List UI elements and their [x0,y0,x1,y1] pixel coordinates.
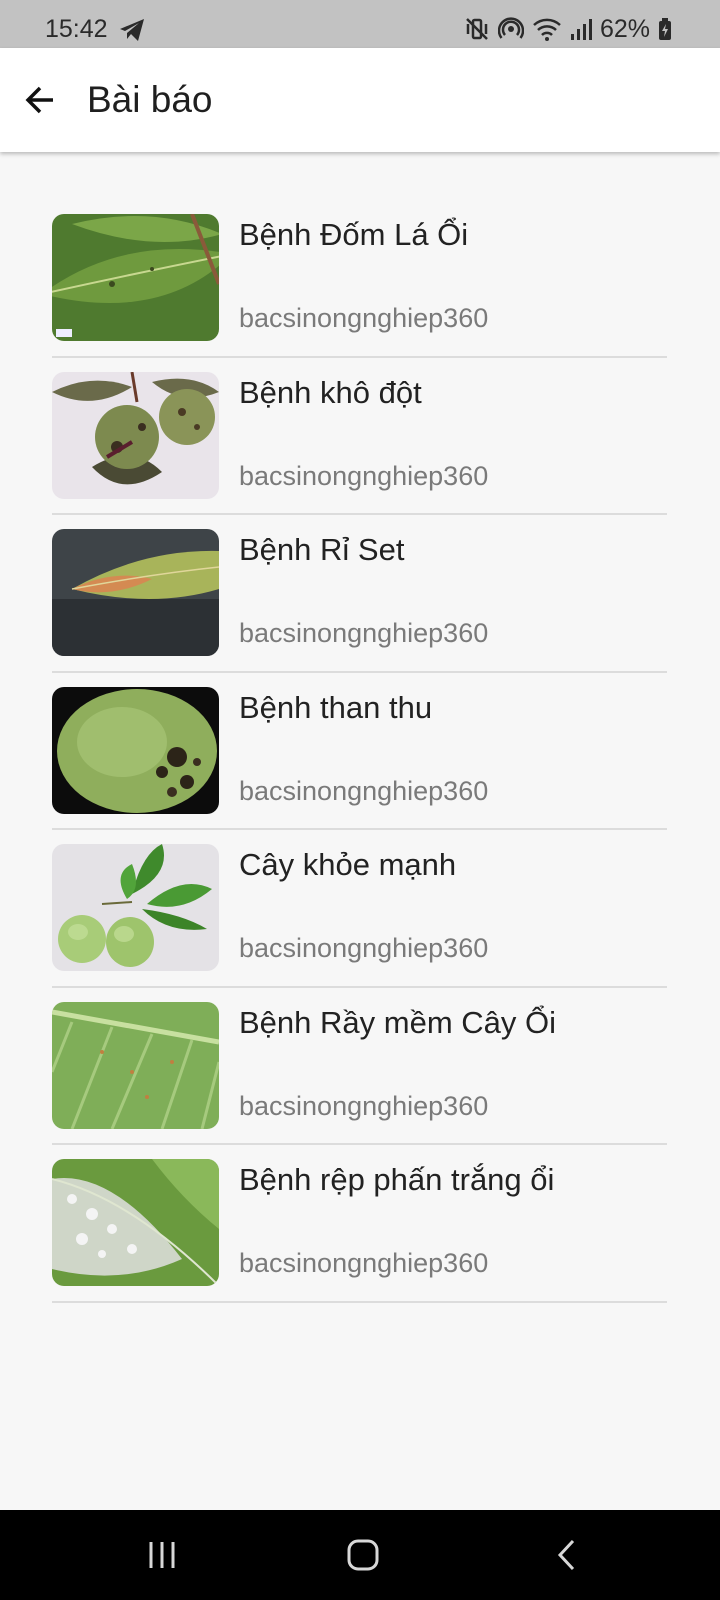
article-source: bacsinongnghiep360 [239,933,489,963]
system-back-button[interactable] [537,1530,597,1580]
article-item[interactable]: Bệnh rệp phấn trắng ổi bacsinongnghiep36… [52,1145,667,1303]
back-icon [557,1539,575,1571]
article-item[interactable]: Bệnh than thu bacsinongnghiep360 [52,673,667,830]
status-time: 15:42 [45,15,108,43]
dry-fruit-image [52,371,219,499]
arrow-left-icon [25,86,53,114]
article-list: Bệnh Đốm Lá Ổi bacsinongnghiep360 Bệnh k… [52,200,667,1303]
article-item[interactable]: Bệnh Rầy mềm Cây Ổi bacsinongnghiep360 [52,988,667,1145]
article-item[interactable]: Bệnh Đốm Lá Ổi bacsinongnghiep360 [52,200,667,358]
article-title: Cây khỏe mạnh [239,847,457,882]
article-source: bacsinongnghiep360 [239,460,489,491]
article-item[interactable]: Cây khỏe mạnh bacsinongnghiep360 [52,830,667,988]
aphid-leaf-image [52,1001,219,1129]
article-source: bacsinongnghiep360 [239,1248,489,1278]
whitefly-leaf-image [52,1159,219,1286]
article-item[interactable]: Bệnh Rỉ Set bacsinongnghiep360 [52,515,667,673]
status-icons: 62% [464,14,672,44]
hotspot-icon [497,16,524,42]
article-source: bacsinongnghiep360 [239,775,489,806]
article-source: bacsinongnghiep360 [239,303,489,333]
battery-percent: 62% [599,15,650,43]
home-button[interactable] [333,1530,393,1580]
article-title: Bệnh rệp phấn trắng ổi [239,1162,555,1197]
healthy-guava-image [52,844,219,971]
wifi-icon [532,16,562,42]
article-item[interactable]: Bệnh khô đột bacsinongnghiep360 [52,358,667,515]
back-button[interactable] [14,74,66,126]
article-title: Bệnh Rầy mềm Cây Ổi [239,1004,556,1040]
vibrate-mute-icon [464,16,490,42]
recent-apps-icon [149,1542,175,1568]
article-title: Bệnh Rỉ Set [239,532,405,567]
telegram-icon [119,18,145,42]
leaf-spot-image [52,214,219,341]
system-nav-bar [0,1510,720,1600]
status-bar: 15:42 62% [0,0,720,48]
recent-apps-button[interactable] [132,1530,192,1580]
home-icon [347,1539,379,1571]
article-title: Bệnh Đốm Lá Ổi [239,217,469,252]
anthracnose-fruit-image [52,686,219,814]
article-title: Bệnh khô đột [239,374,422,410]
rust-leaf-image [52,529,219,656]
app-bar: Bài báo [0,48,720,152]
battery-icon [658,17,672,41]
page-title: Bài báo [87,79,213,120]
article-source: bacsinongnghiep360 [239,618,489,648]
article-source: bacsinongnghiep360 [239,1090,489,1121]
signal-icon [570,16,592,42]
article-title: Bệnh than thu [239,689,433,725]
